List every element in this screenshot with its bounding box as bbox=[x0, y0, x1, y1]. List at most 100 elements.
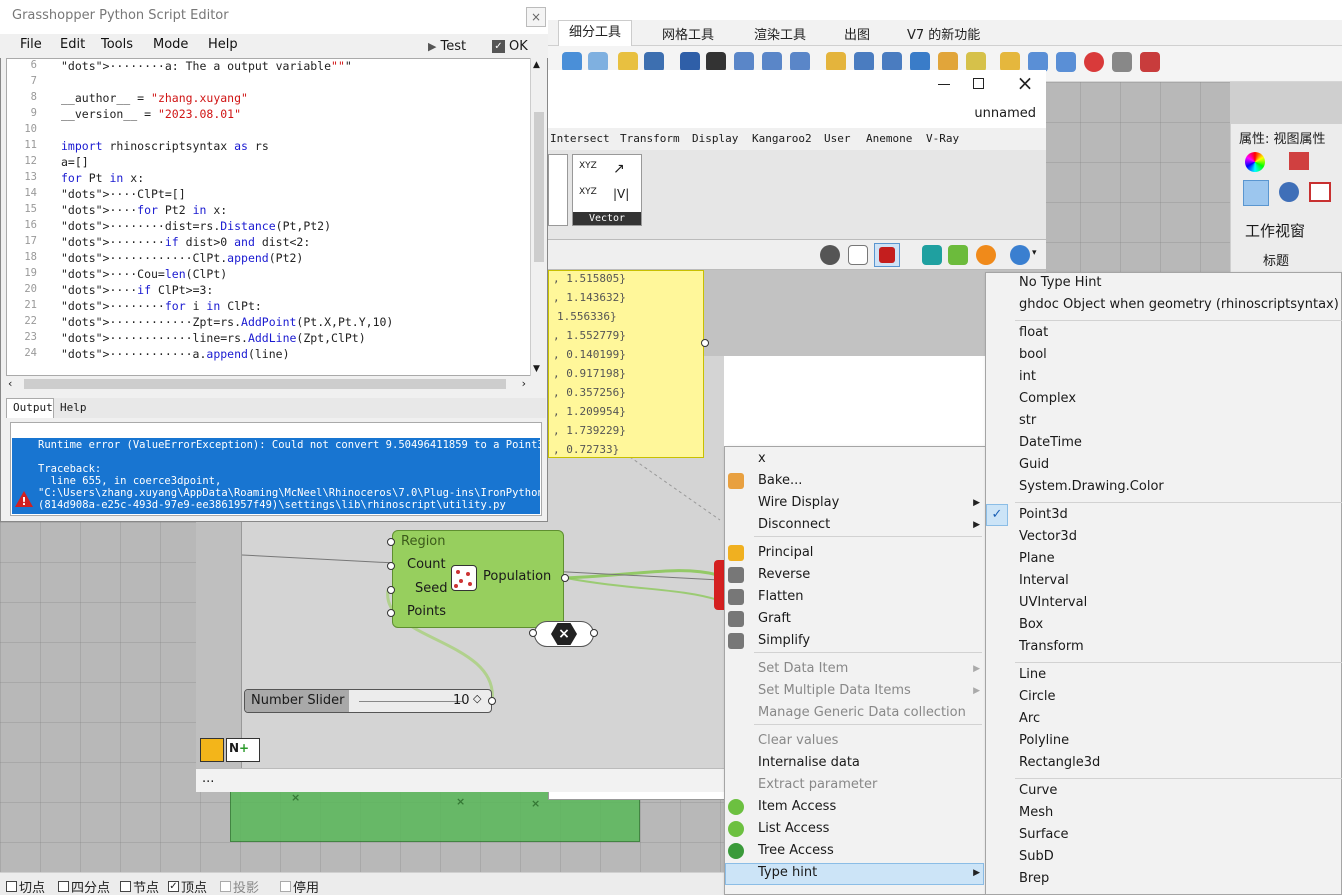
menu-item-disconnect[interactable]: Disconnect ▶ bbox=[758, 514, 980, 536]
type-hint-bool[interactable]: bool bbox=[1019, 344, 1047, 366]
type-hint-interval[interactable]: Interval bbox=[1019, 570, 1069, 592]
type-hint-guid[interactable]: Guid bbox=[1019, 454, 1049, 476]
scroll-up-icon[interactable]: ▲ bbox=[533, 60, 540, 70]
scroll-down-icon[interactable]: ▼ bbox=[533, 364, 540, 374]
error-message[interactable]: Runtime error (ValueErrorException): Cou… bbox=[12, 438, 540, 514]
type-hint-arc[interactable]: Arc bbox=[1019, 708, 1040, 730]
code-editor[interactable]: 6 "dots">········a: The a output variable… bbox=[6, 58, 532, 376]
input-points[interactable]: Points bbox=[407, 604, 446, 619]
python-editor-menu: File Edit Tools Mode Help ▶ Test ✓ OK bbox=[0, 34, 548, 58]
input-count[interactable]: Count bbox=[407, 557, 446, 572]
code-line: for Pt in x: bbox=[61, 171, 145, 185]
menu-file[interactable]: File bbox=[20, 37, 42, 52]
code-line: "dots">········a: The a output variable"… bbox=[61, 59, 352, 73]
menu-mode[interactable]: Mode bbox=[153, 37, 188, 52]
menu-item-item-access[interactable]: Item Access bbox=[758, 796, 978, 818]
ok-button[interactable]: ✓ OK bbox=[492, 36, 528, 56]
menu-item-list-access[interactable]: List Access bbox=[758, 818, 978, 840]
output-tabs: Output Help bbox=[6, 398, 546, 418]
type-hint-box[interactable]: Box bbox=[1019, 614, 1043, 636]
menu-item-x[interactable]: x bbox=[758, 448, 978, 470]
menu-separator bbox=[1015, 502, 1342, 503]
type-hint-subd[interactable]: SubD bbox=[1019, 846, 1054, 868]
type-hint-plane[interactable]: Plane bbox=[1019, 548, 1055, 570]
type-hint-rectangle3d[interactable]: Rectangle3d bbox=[1019, 752, 1100, 774]
type-hint-ghdoc-object-when-geometry-rhinoscriptsyntax[interactable]: ghdoc Object when geometry (rhinoscripts… bbox=[1019, 294, 1339, 316]
slider-output-grip[interactable] bbox=[488, 697, 496, 705]
gh-n-plug-icon[interactable]: N+ bbox=[226, 738, 260, 762]
tab-output[interactable]: Output bbox=[6, 398, 54, 418]
type-hint-int[interactable]: int bbox=[1019, 366, 1036, 388]
type-hint-mesh[interactable]: Mesh bbox=[1019, 802, 1053, 824]
relay-component[interactable]: × bbox=[534, 621, 594, 647]
type-hint-circle[interactable]: Circle bbox=[1019, 686, 1056, 708]
code-line: "dots">············a.append(line) bbox=[61, 347, 290, 361]
line-number: 19 bbox=[24, 267, 37, 279]
type-hint-surface[interactable]: Surface bbox=[1019, 824, 1069, 846]
gh-wave-icon[interactable] bbox=[200, 738, 224, 762]
menu-item-internalise-data[interactable]: Internalise data bbox=[758, 752, 978, 774]
type-hint-line[interactable]: Line bbox=[1019, 664, 1046, 686]
line-number: 11 bbox=[24, 139, 37, 151]
grip-region[interactable] bbox=[387, 538, 395, 546]
menu-edit[interactable]: Edit bbox=[60, 37, 85, 52]
menu-item-extract-parameter: Extract parameter bbox=[758, 774, 978, 796]
type-hint-float[interactable]: float bbox=[1019, 322, 1048, 344]
hscroll-thumb[interactable] bbox=[24, 379, 506, 389]
type-hint-curve[interactable]: Curve bbox=[1019, 780, 1057, 802]
type-hint-transform[interactable]: Transform bbox=[1019, 636, 1084, 658]
menu-help[interactable]: Help bbox=[208, 37, 238, 52]
menu-item-reverse[interactable]: Reverse bbox=[758, 564, 978, 586]
scroll-thumb[interactable] bbox=[534, 112, 544, 262]
menu-item-simplify[interactable]: Simplify bbox=[758, 630, 978, 652]
test-button[interactable]: ▶ Test bbox=[428, 36, 466, 56]
menu-item-principal[interactable]: Principal bbox=[758, 542, 978, 564]
type-hint-polyline[interactable]: Polyline bbox=[1019, 730, 1069, 752]
type-hint-no-type-hint[interactable]: No Type Hint bbox=[1019, 272, 1102, 294]
input-region[interactable]: Region bbox=[401, 534, 446, 549]
menu-item-bake[interactable]: Bake... bbox=[758, 470, 978, 492]
grip-points[interactable] bbox=[387, 609, 395, 617]
grip-population[interactable] bbox=[561, 574, 569, 582]
grip-seed[interactable] bbox=[387, 586, 395, 594]
line-number: 13 bbox=[24, 171, 37, 183]
menu-item-flatten[interactable]: Flatten bbox=[758, 586, 978, 608]
input-seed[interactable]: Seed bbox=[415, 581, 448, 596]
gh-panel-points[interactable]: , 1.515805} , 1.143632} 1.556336} , 1.55… bbox=[548, 270, 704, 458]
code-horizontal-scrollbar[interactable]: ‹ › bbox=[6, 376, 532, 392]
close-icon[interactable]: × bbox=[526, 7, 546, 27]
menu-item-type-hint[interactable]: Type hint ▶ bbox=[758, 862, 980, 884]
slider-track[interactable] bbox=[359, 701, 463, 702]
relay-output-grip[interactable] bbox=[590, 629, 598, 637]
slider-label: Number Slider bbox=[245, 690, 349, 712]
error-line: (814d908a-e25c-493d-97e9-ee3861957f49)\s… bbox=[38, 499, 506, 511]
relay-input-grip[interactable] bbox=[529, 629, 537, 637]
grip-count[interactable] bbox=[387, 562, 395, 570]
line-number: 17 bbox=[24, 235, 37, 247]
menu-item-label: Manage Generic Data collection bbox=[758, 705, 966, 720]
menu-item-wire-display[interactable]: Wire Display ▶ bbox=[758, 492, 980, 514]
menu-tools[interactable]: Tools bbox=[101, 37, 133, 52]
scroll-left-icon[interactable]: ‹ bbox=[8, 377, 12, 390]
line-number: 23 bbox=[24, 331, 37, 343]
python-component-edge[interactable] bbox=[714, 560, 724, 610]
menu-item-label: Bake... bbox=[758, 473, 803, 488]
type-hint-str[interactable]: str bbox=[1019, 410, 1036, 432]
output-population[interactable]: Population bbox=[483, 569, 551, 584]
populate-2d-component[interactable]: Region Count Seed Points Population bbox=[392, 530, 564, 628]
menu-item-graft[interactable]: Graft bbox=[758, 608, 978, 630]
menu-item-tree-access[interactable]: Tree Access bbox=[758, 840, 978, 862]
scroll-right-icon[interactable]: › bbox=[522, 377, 526, 390]
type-hint-datetime[interactable]: DateTime bbox=[1019, 432, 1082, 454]
type-hint-point3d[interactable]: Point3d bbox=[1019, 504, 1068, 526]
tab-help[interactable]: Help bbox=[60, 401, 87, 414]
type-hint-complex[interactable]: Complex bbox=[1019, 388, 1076, 410]
slider-handle-icon[interactable]: ◇ bbox=[473, 692, 481, 705]
type-hint-system-drawing-color[interactable]: System.Drawing.Color bbox=[1019, 476, 1164, 498]
panel-output-grip[interactable] bbox=[701, 339, 709, 347]
type-hint-brep[interactable]: Brep bbox=[1019, 868, 1049, 890]
code-vertical-scrollbar[interactable]: ▲ ▼ bbox=[530, 58, 546, 376]
panel-line: , 0.357256} bbox=[553, 386, 626, 399]
type-hint-vector3d[interactable]: Vector3d bbox=[1019, 526, 1077, 548]
type-hint-uvinterval[interactable]: UVInterval bbox=[1019, 592, 1087, 614]
